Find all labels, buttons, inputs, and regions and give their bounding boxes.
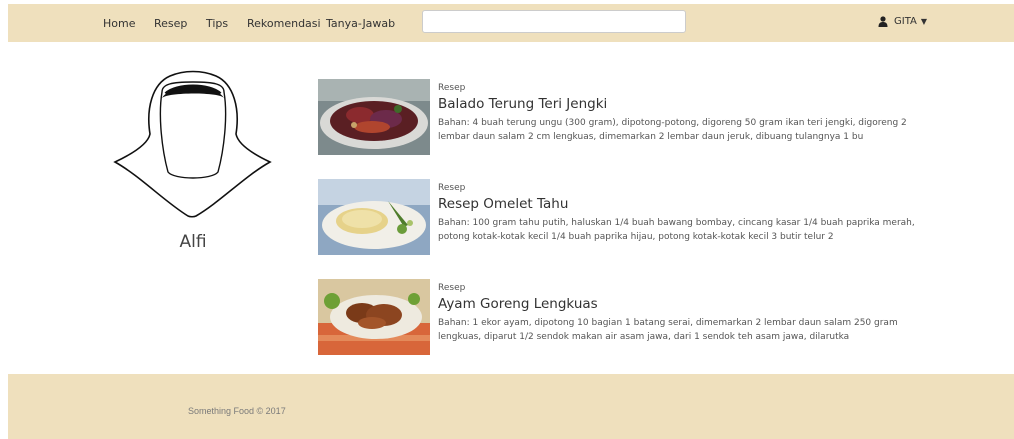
post-thumbnail[interactable] bbox=[318, 79, 430, 155]
post-thumbnail[interactable] bbox=[318, 179, 430, 255]
hijab-avatar-icon bbox=[110, 64, 276, 224]
post-item[interactable]: Resep Ayam Goreng Lengkuas Bahan: 1 ekor… bbox=[318, 279, 928, 355]
nav-link-tanya-jawab[interactable]: Tanya-Jawab bbox=[326, 17, 395, 30]
footer: Something Food © 2017 bbox=[8, 374, 1014, 439]
user-icon bbox=[878, 16, 888, 27]
post-title[interactable]: Ayam Goreng Lengkuas bbox=[438, 296, 598, 312]
post-item[interactable]: Resep Balado Terung Teri Jengki Bahan: 4… bbox=[318, 79, 928, 155]
user-name: GITA bbox=[894, 16, 917, 27]
post-item[interactable]: Resep Resep Omelet Tahu Bahan: 100 gram … bbox=[318, 179, 928, 255]
user-menu[interactable]: GITA ▼ bbox=[878, 16, 927, 27]
post-title[interactable]: Resep Omelet Tahu bbox=[438, 196, 568, 212]
post-description: Bahan: 4 buah terung ungu (300 gram), di… bbox=[438, 118, 907, 142]
post-category: Resep bbox=[438, 283, 466, 293]
post-title[interactable]: Balado Terung Teri Jengki bbox=[438, 96, 607, 112]
nav-link-rekomendasi[interactable]: Rekomendasi bbox=[247, 17, 321, 30]
caret-down-icon: ▼ bbox=[920, 17, 928, 26]
post-category: Resep bbox=[438, 183, 466, 193]
search-input[interactable] bbox=[422, 10, 686, 33]
navbar: Home Resep Tips Rekomendasi Tanya-Jawab … bbox=[8, 4, 1014, 42]
profile-name: Alfi bbox=[179, 232, 207, 252]
nav-link-tips[interactable]: Tips bbox=[206, 17, 228, 30]
copyright-text: Something Food © 2017 bbox=[188, 406, 286, 416]
post-description: Bahan: 1 ekor ayam, dipotong 10 bagian 1… bbox=[438, 318, 898, 342]
nav-link-home[interactable]: Home bbox=[103, 17, 135, 30]
nav-link-resep[interactable]: Resep bbox=[154, 17, 187, 30]
post-category: Resep bbox=[438, 83, 466, 93]
post-thumbnail[interactable] bbox=[318, 279, 430, 355]
post-description: Bahan: 100 gram tahu putih, haluskan 1/4… bbox=[438, 218, 915, 242]
